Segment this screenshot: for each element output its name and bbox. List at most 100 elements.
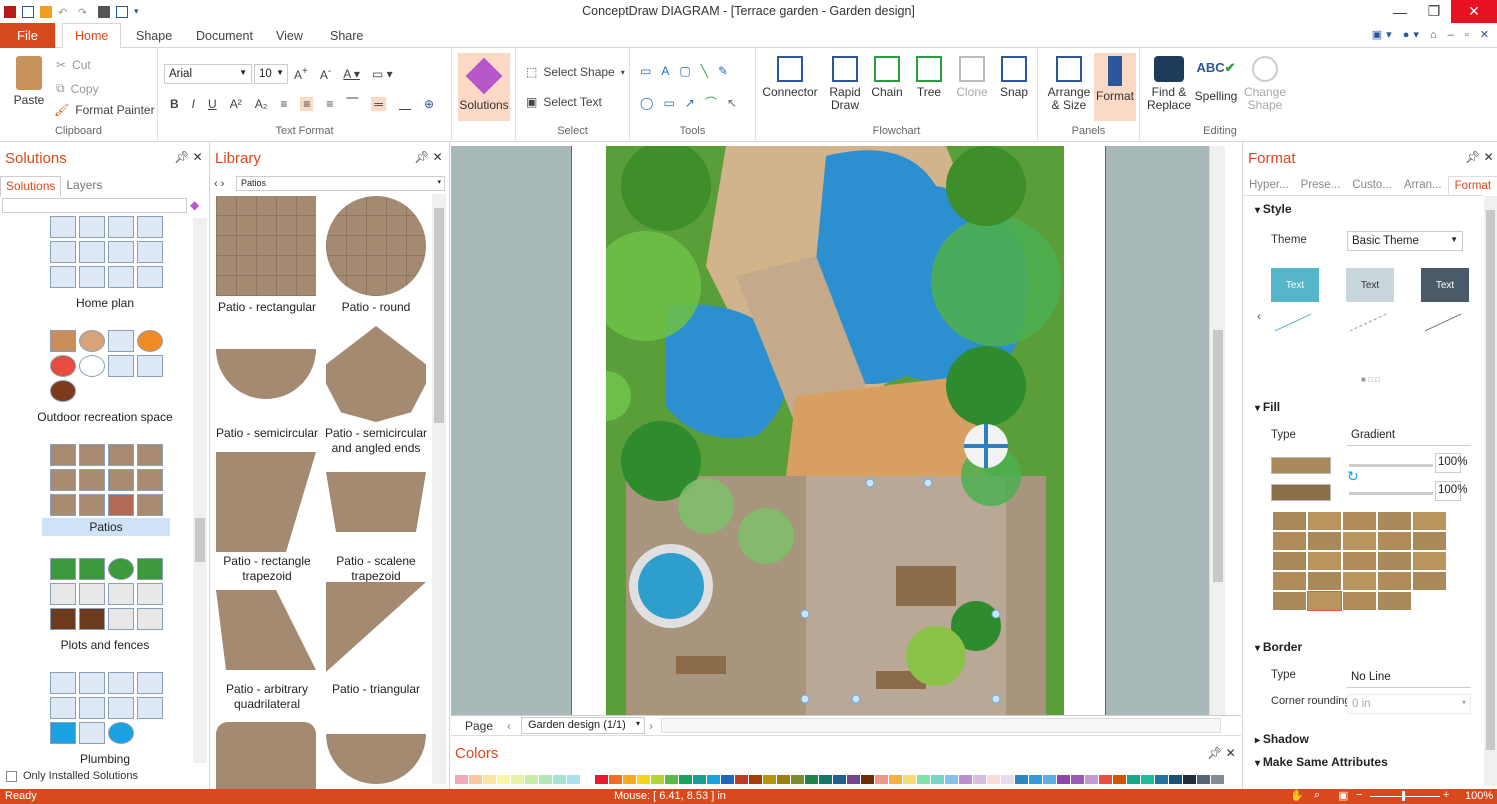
color-swatch[interactable] [805,775,818,784]
plots-fences-thumbnails[interactable] [50,558,163,630]
solutions-button[interactable]: Solutions [458,53,510,121]
text-tool-icon[interactable]: A [661,64,669,78]
color-swatch[interactable] [749,775,762,784]
color-swatch[interactable] [539,775,552,784]
color-palette[interactable] [455,774,1225,784]
text-style-icon[interactable]: ▭ ▾ [372,67,393,81]
make-same-section-header[interactable]: Make Same Attributes [1255,755,1388,769]
gradient-presets-grid[interactable] [1273,512,1446,611]
page-prev-icon[interactable]: ‹ [507,719,511,733]
solution-plumbing[interactable]: Plumbing [0,752,196,766]
file-tab[interactable]: File [0,23,55,48]
tab-presentation[interactable]: Prese... [1295,176,1347,195]
grow-font-icon[interactable]: A+ [294,66,308,82]
colors-pin-icon[interactable]: 📌︎ ✕ [1207,746,1236,760]
color-swatch[interactable] [763,775,776,784]
library-select[interactable]: Patios ▾ [236,176,445,191]
tab-document[interactable]: Document [184,23,265,48]
library-scroll-thumb[interactable] [434,208,444,423]
patio-semicircular-angled-shape[interactable] [326,326,426,422]
zoom-out-icon[interactable]: − [1356,789,1362,801]
drawing-canvas[interactable] [451,146,1225,715]
zoom-slider-thumb[interactable] [1402,791,1405,801]
color-swatch[interactable] [1127,775,1140,784]
page-next-icon[interactable]: › [649,719,653,733]
change-shape-button[interactable]: Change Shape [1242,56,1288,112]
gradient-color2[interactable] [1271,484,1331,501]
callout-icon[interactable]: ▢ [679,64,690,78]
rectangle-icon[interactable]: ▭ [640,64,651,78]
align-middle-icon[interactable]: ═ [371,96,386,111]
color-swatch[interactable] [903,775,916,784]
superscript-icon[interactable]: A² [230,97,242,111]
solution-patios[interactable]: Patios [42,518,170,536]
solutions-scroll-thumb[interactable] [195,518,205,562]
clone-button[interactable]: Clone [952,56,992,99]
pointer-icon[interactable]: ↖ [727,96,737,110]
solution-home-plan[interactable]: Home plan [0,296,196,310]
bold-icon[interactable]: B [170,97,179,111]
image-icon[interactable]: ▭ [663,96,674,110]
color-swatch[interactable] [917,775,930,784]
shrink-font-icon[interactable]: A- [320,66,331,82]
page-select[interactable]: Garden design (1/1) ▾ [521,717,645,734]
format-panel-button[interactable]: Format [1094,53,1136,121]
patio-shape-partial[interactable] [326,734,426,784]
close-button[interactable]: ✕ [1451,0,1497,23]
theme-select[interactable]: Basic Theme ▼ [1347,231,1463,251]
chain-button[interactable]: Chain [868,56,906,99]
pin-icon[interactable]: 📌︎ ✕ [174,150,203,164]
color-swatch[interactable] [875,775,888,784]
only-installed-checkbox[interactable]: Only Installed Solutions [6,770,138,782]
color-swatch[interactable] [511,775,524,784]
align-center-icon[interactable]: ≡ [300,96,314,111]
color-swatch[interactable] [609,775,622,784]
color-swatch[interactable] [1001,775,1014,784]
color-swatch[interactable] [525,775,538,784]
patio-triangular-shape[interactable] [326,582,426,672]
connector-style-1[interactable] [1274,313,1312,332]
fill-section-header[interactable]: Fill [1255,400,1280,414]
opacity-slider2[interactable] [1349,492,1433,495]
subscript-icon[interactable]: A₂ [255,97,268,111]
color-swatch[interactable] [595,775,608,784]
color-swatch[interactable] [1197,775,1210,784]
tab-format[interactable]: Format [1447,176,1497,195]
select-text-button[interactable]: ▣ Select Text [526,95,602,109]
solutions-search-icon[interactable]: ◆ [190,198,204,212]
spelling-button[interactable]: ABC✔ Spelling [1192,56,1240,103]
zoom-tool-icon[interactable]: ⌕ [1314,789,1320,802]
connector-style-3[interactable] [1424,313,1462,332]
color-swatch[interactable] [1155,775,1168,784]
solutions-scrollbar[interactable] [193,218,207,763]
shadow-section-header[interactable]: Shadow [1255,732,1309,746]
color-swatch[interactable] [693,775,706,784]
outdoor-recreation-thumbnails[interactable] [50,330,163,402]
color-swatch[interactable] [833,775,846,784]
color-swatch[interactable] [455,775,468,784]
patio-round-shape[interactable] [326,196,426,296]
format-painter-button[interactable]: 🖌 Format Painter [54,103,155,117]
solution-outdoor-recreation[interactable]: Outdoor recreation space [0,410,196,424]
color-swatch[interactable] [707,775,720,784]
color-swatch[interactable] [721,775,734,784]
color-swatch[interactable] [581,775,594,784]
tab-hyperlink[interactable]: Hyper... [1243,176,1295,195]
fill-type-select[interactable]: Gradient [1347,426,1471,446]
patio-shape-partial[interactable] [216,722,316,789]
color-swatch[interactable] [567,775,580,784]
canvas-vscrollbar[interactable] [1209,146,1225,715]
color-swatch[interactable] [469,775,482,784]
patio-semicircular-shape[interactable] [216,349,316,399]
color-swatch[interactable] [1141,775,1154,784]
theme-swatch-light[interactable]: Text [1346,268,1394,302]
color-swatch[interactable] [1029,775,1042,784]
color-swatch[interactable] [1043,775,1056,784]
opacity-field2[interactable]: 100% [1435,481,1467,501]
theme-prev-icon[interactable]: ‹ [1257,309,1261,323]
solution-plots-fences[interactable]: Plots and fences [0,638,196,652]
tab-shape[interactable]: Shape [124,23,184,48]
color-swatch[interactable] [623,775,636,784]
color-swatch[interactable] [791,775,804,784]
color-swatch[interactable] [847,775,860,784]
